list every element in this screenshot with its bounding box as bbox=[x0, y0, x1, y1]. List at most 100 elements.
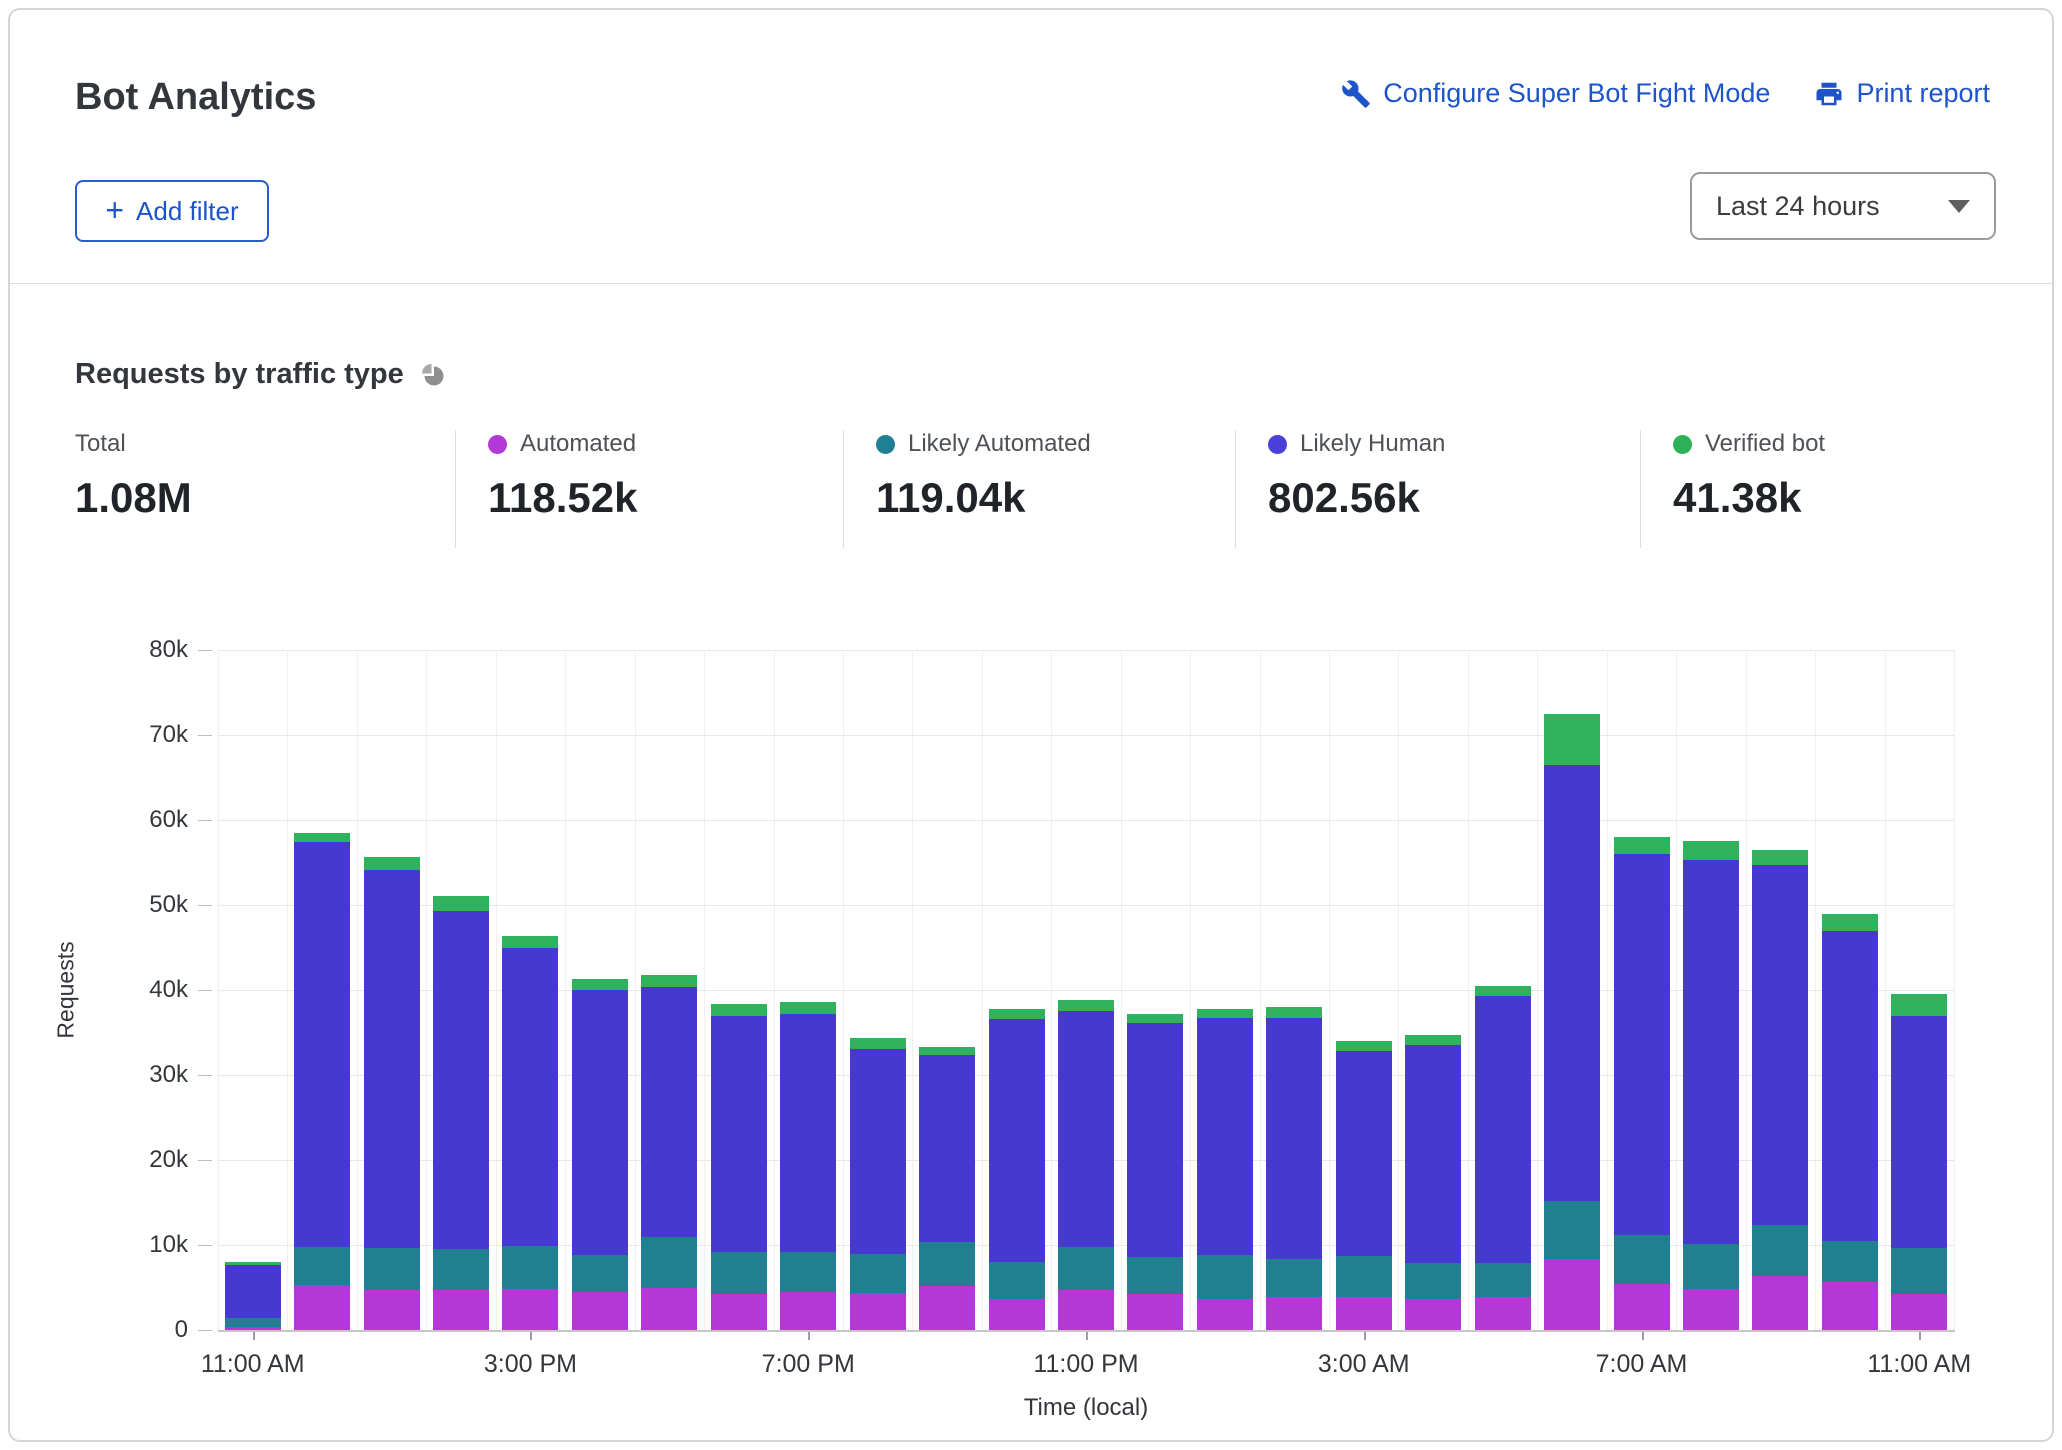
stat-verified-bot-label: Verified bot bbox=[1705, 430, 1825, 458]
bar-1-00-pm-2[interactable] bbox=[364, 857, 420, 1330]
bar-5-00-am-18[interactable] bbox=[1475, 986, 1531, 1330]
time-range-dropdown[interactable]: Last 24 hours bbox=[1690, 172, 1996, 240]
stat-likely-automated[interactable]: Likely Automated 119.04k bbox=[876, 430, 1091, 522]
header-actions: Configure Super Bot Fight Mode Print rep… bbox=[1341, 78, 1990, 109]
segment-likely-automated bbox=[572, 1255, 628, 1292]
wrench-icon bbox=[1341, 79, 1371, 109]
segment-likely-automated bbox=[1266, 1259, 1322, 1297]
stat-divider bbox=[843, 430, 844, 548]
y-tick bbox=[198, 735, 212, 736]
segment-likely-automated bbox=[919, 1242, 975, 1286]
segment-likely-automated bbox=[1127, 1257, 1183, 1294]
segment-likely-automated bbox=[1752, 1225, 1808, 1275]
segment-automated bbox=[1127, 1294, 1183, 1330]
bar-11-00-pm-12[interactable] bbox=[1058, 1000, 1114, 1330]
segment-automated bbox=[989, 1299, 1045, 1330]
stat-likely-human[interactable]: Likely Human 802.56k bbox=[1268, 430, 1445, 522]
segment-verified-bot bbox=[641, 975, 697, 988]
stat-verified-bot[interactable]: Verified bot 41.38k bbox=[1673, 430, 1825, 522]
segment-verified-bot bbox=[780, 1002, 836, 1014]
segment-verified-bot bbox=[294, 833, 350, 842]
bar-3-00-am-16[interactable] bbox=[1336, 1041, 1392, 1330]
segment-likely-automated bbox=[1683, 1244, 1739, 1289]
bar-4-00-am-17[interactable] bbox=[1405, 1035, 1461, 1330]
bar-3-00-pm-4[interactable] bbox=[502, 936, 558, 1330]
segment-likely-human bbox=[502, 948, 558, 1246]
segment-verified-bot bbox=[1336, 1041, 1392, 1051]
bar-6-00-pm-7[interactable] bbox=[711, 1004, 767, 1330]
y-tick-label: 30k bbox=[58, 1061, 188, 1089]
bar-9-00-am-22[interactable] bbox=[1752, 850, 1808, 1330]
segment-likely-human bbox=[711, 1016, 767, 1251]
traffic-type-stats: Total 1.08M Automated 118.52k Likely Aut… bbox=[0, 430, 2062, 552]
segment-likely-human bbox=[1752, 865, 1808, 1225]
plus-icon: + bbox=[105, 194, 124, 226]
x-tick-label: 11:00 AM bbox=[163, 1350, 343, 1379]
configure-super-bot-fight-mode-link[interactable]: Configure Super Bot Fight Mode bbox=[1341, 78, 1770, 109]
stat-total-label: Total bbox=[75, 430, 126, 458]
verified-bot-dot-icon bbox=[1673, 435, 1692, 454]
stat-total-value: 1.08M bbox=[75, 474, 192, 522]
segment-automated bbox=[1822, 1282, 1878, 1330]
segment-likely-human bbox=[850, 1049, 906, 1255]
bar-2-00-pm-3[interactable] bbox=[433, 896, 489, 1330]
segment-likely-automated bbox=[1544, 1201, 1600, 1260]
header-divider bbox=[9, 283, 2053, 284]
bar-7-00-pm-8[interactable] bbox=[780, 1002, 836, 1330]
segment-likely-human bbox=[1891, 1016, 1947, 1248]
y-tick bbox=[198, 820, 212, 821]
bar-11-00-am-0[interactable] bbox=[225, 1262, 281, 1330]
y-tick bbox=[198, 1075, 212, 1076]
bar-12-00-pm-1[interactable] bbox=[294, 833, 350, 1330]
segment-verified-bot bbox=[1127, 1014, 1183, 1023]
x-axis-title: Time (local) bbox=[966, 1394, 1206, 1422]
stat-divider bbox=[455, 430, 456, 548]
segment-automated bbox=[711, 1294, 767, 1330]
bar-7-00-am-20[interactable] bbox=[1614, 837, 1670, 1330]
y-tick bbox=[198, 1160, 212, 1161]
stat-likely-human-label: Likely Human bbox=[1300, 430, 1445, 458]
segment-likely-automated bbox=[294, 1247, 350, 1285]
stat-automated[interactable]: Automated 118.52k bbox=[488, 430, 638, 522]
bar-12-00-am-13[interactable] bbox=[1127, 1014, 1183, 1330]
bar-8-00-am-21[interactable] bbox=[1683, 841, 1739, 1330]
print-report-link[interactable]: Print report bbox=[1814, 78, 1990, 109]
bar-5-00-pm-6[interactable] bbox=[641, 975, 697, 1330]
segment-likely-human bbox=[1058, 1011, 1114, 1246]
segment-automated bbox=[433, 1290, 489, 1330]
segment-likely-human bbox=[641, 987, 697, 1237]
pie-chart-icon[interactable] bbox=[420, 362, 446, 388]
segment-verified-bot bbox=[1475, 986, 1531, 996]
bar-8-00-pm-9[interactable] bbox=[850, 1038, 906, 1330]
bar-10-00-am-23[interactable] bbox=[1822, 914, 1878, 1330]
segment-automated bbox=[225, 1327, 281, 1330]
stat-automated-label: Automated bbox=[520, 430, 636, 458]
chevron-down-icon bbox=[1948, 200, 1970, 213]
segment-verified-bot bbox=[1197, 1009, 1253, 1018]
bar-6-00-am-19[interactable] bbox=[1544, 714, 1600, 1330]
x-tick-label: 3:00 AM bbox=[1274, 1350, 1454, 1379]
bar-1-00-am-14[interactable] bbox=[1197, 1009, 1253, 1330]
bar-10-00-pm-11[interactable] bbox=[989, 1009, 1045, 1330]
segment-likely-human bbox=[1127, 1023, 1183, 1257]
y-tick-label: 40k bbox=[58, 976, 188, 1004]
segment-likely-automated bbox=[225, 1318, 281, 1327]
segment-verified-bot bbox=[1614, 837, 1670, 854]
printer-icon bbox=[1814, 79, 1844, 109]
bar-9-00-pm-10[interactable] bbox=[919, 1047, 975, 1330]
segment-likely-human bbox=[1683, 860, 1739, 1244]
segment-verified-bot bbox=[711, 1004, 767, 1016]
bar-4-00-pm-5[interactable] bbox=[572, 979, 628, 1330]
stat-verified-bot-value: 41.38k bbox=[1673, 474, 1825, 522]
segment-automated bbox=[1405, 1299, 1461, 1330]
y-tick-label: 0 bbox=[58, 1316, 188, 1344]
segment-likely-automated bbox=[502, 1246, 558, 1289]
segment-automated bbox=[1058, 1290, 1114, 1330]
segment-verified-bot bbox=[1891, 994, 1947, 1015]
bar-11-00-am-24[interactable] bbox=[1891, 994, 1947, 1330]
add-filter-button[interactable]: + Add filter bbox=[75, 180, 269, 242]
stat-likely-automated-value: 119.04k bbox=[876, 474, 1091, 522]
segment-likely-human bbox=[919, 1055, 975, 1241]
bar-2-00-am-15[interactable] bbox=[1266, 1007, 1322, 1330]
stat-total: Total 1.08M bbox=[75, 430, 192, 522]
